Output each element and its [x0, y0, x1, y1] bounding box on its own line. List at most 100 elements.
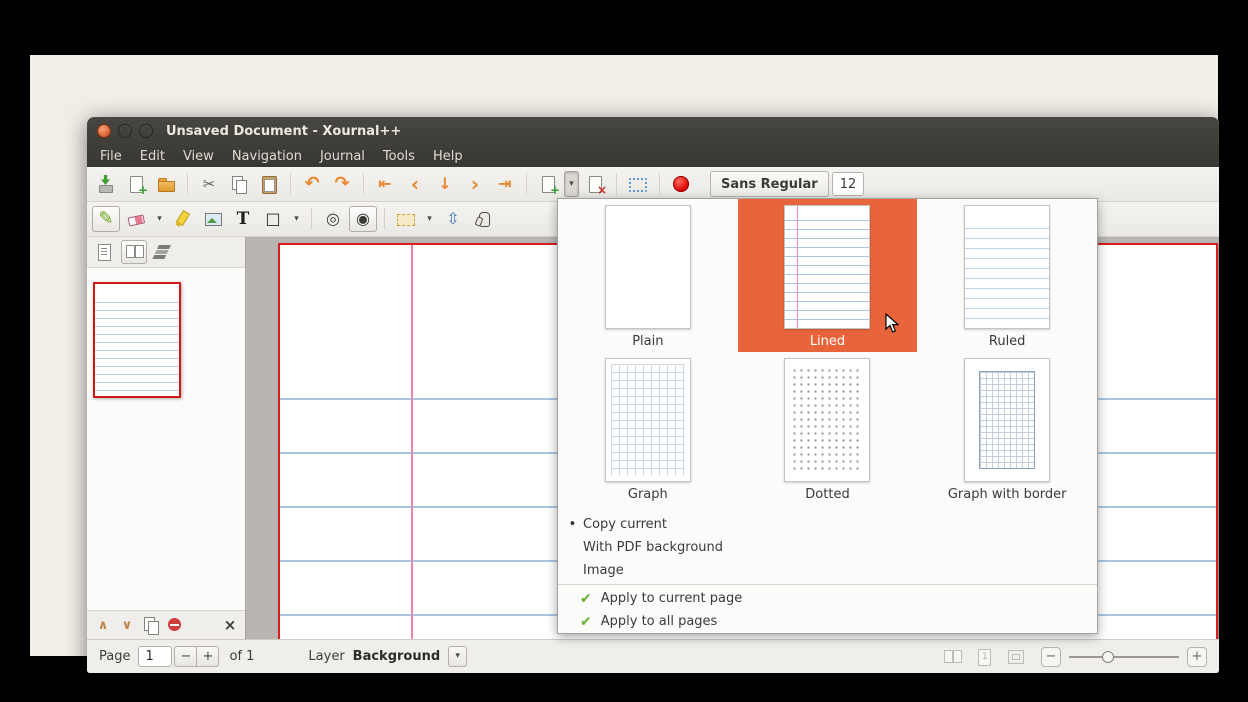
page-number-input[interactable] — [138, 646, 172, 667]
record-audio-button[interactable] — [667, 171, 695, 197]
paired-pages-button[interactable] — [941, 646, 963, 668]
toolbar-main: +✂↶↷⇤‹↓›⇥+▾× Sans Regular 12 — [87, 167, 1219, 202]
template-graph-with-border[interactable]: Graph with border — [917, 352, 1097, 505]
layer-label: Layer — [308, 649, 344, 664]
template-dotted[interactable]: Dotted — [738, 352, 918, 505]
mouse-cursor — [885, 313, 899, 334]
menu-help[interactable]: Help — [424, 147, 472, 166]
apply-apply-to-all-pages[interactable]: ✔Apply to all pages — [558, 610, 1097, 633]
sidebar-tab-contents[interactable] — [91, 240, 117, 264]
eraser-button[interactable] — [122, 206, 150, 232]
copy-icon — [229, 174, 249, 194]
save-button[interactable] — [92, 171, 120, 197]
fullscreen-button[interactable] — [624, 171, 652, 197]
shapes-button[interactable]: □ — [259, 206, 287, 232]
page-down-button[interactable]: ↓ — [431, 171, 459, 197]
statusbar-right: − + — [941, 646, 1207, 668]
last-page-button[interactable]: ⇥ — [491, 171, 519, 197]
template-preview-dotted — [784, 358, 870, 482]
cut-button[interactable]: ✂ — [195, 171, 223, 197]
undo-button[interactable]: ↶ — [298, 171, 326, 197]
select-rectangle-icon — [396, 209, 416, 229]
copy-button[interactable] — [225, 171, 253, 197]
template-ruled[interactable]: Ruled — [917, 199, 1097, 352]
shape-recognizer-button[interactable]: ◎ — [319, 206, 347, 232]
menu-navigation[interactable]: Navigation — [223, 147, 311, 166]
option-copy-current[interactable]: •Copy current — [558, 513, 1097, 536]
font-size-spinner[interactable]: 12 — [832, 172, 865, 196]
screenshot-stage: Unsaved Document - Xournal++ FileEditVie… — [0, 0, 1248, 702]
page-thumbnail[interactable] — [93, 282, 181, 398]
chevron-down-icon: ▾ — [157, 215, 162, 224]
option-with-pdf-background[interactable]: With PDF background — [558, 536, 1097, 559]
font-button[interactable]: Sans Regular — [710, 171, 829, 197]
select-rectangle-button[interactable] — [392, 206, 420, 232]
copy-page-button[interactable] — [140, 614, 162, 636]
layer-dropdown[interactable]: ▾ — [448, 646, 467, 667]
move-page-down-button[interactable]: ∨ — [116, 614, 138, 636]
sidebar-tab-layers[interactable] — [151, 240, 177, 264]
apply-apply-to-current-page[interactable]: ✔Apply to current page — [558, 587, 1097, 610]
toolbar-separator — [290, 173, 291, 195]
insert-image-button[interactable] — [199, 206, 227, 232]
previous-page-button[interactable]: ‹ — [401, 171, 429, 197]
pen-icon: ✎ — [98, 210, 113, 228]
zoom-slider-handle[interactable] — [1102, 651, 1114, 663]
pen-button[interactable]: ✎ — [92, 206, 120, 232]
paste-button[interactable] — [255, 171, 283, 197]
page-decrement-button[interactable]: − — [174, 646, 197, 667]
radio-bullet-icon: • — [568, 517, 577, 532]
next-page-button[interactable]: › — [461, 171, 489, 197]
minimize-button[interactable] — [118, 124, 132, 138]
template-plain[interactable]: Plain — [558, 199, 738, 352]
cut-icon: ✂ — [203, 177, 216, 192]
close-button[interactable] — [97, 124, 111, 138]
eraser-dropdown[interactable]: ▾ — [152, 206, 167, 232]
toolbar-separator — [187, 173, 188, 195]
page-increment-button[interactable]: + — [196, 646, 219, 667]
highlighter-button[interactable] — [169, 206, 197, 232]
template-graph[interactable]: Graph — [558, 352, 738, 505]
fit-page-button[interactable] — [1005, 646, 1027, 668]
zoom-in-button[interactable]: + — [1187, 647, 1207, 667]
draw-circle-button[interactable]: ◉ — [349, 206, 377, 232]
fullscreen-icon — [628, 174, 648, 194]
thumbnail-panel — [87, 268, 245, 610]
zoom-out-button[interactable]: − — [1041, 647, 1061, 667]
hand-tool-button[interactable] — [469, 206, 497, 232]
shape-recognizer-icon: ◎ — [326, 211, 340, 227]
chevron-down-icon: ▾ — [427, 215, 432, 224]
menu-file[interactable]: File — [91, 147, 131, 166]
move-page-up-button[interactable]: ∧ — [92, 614, 114, 636]
text-tool-button[interactable]: T — [229, 206, 257, 232]
sidebar-tab-page-preview[interactable] — [121, 240, 147, 264]
template-label: Ruled — [989, 334, 1026, 349]
menu-view[interactable]: View — [174, 147, 223, 166]
select-rectangle-dropdown[interactable]: ▾ — [422, 206, 437, 232]
toolbar-separator — [363, 173, 364, 195]
vertical-space-button[interactable]: ⇳ — [439, 206, 467, 232]
presentation-mode-button[interactable] — [973, 646, 995, 668]
menu-journal[interactable]: Journal — [311, 147, 374, 166]
delete-page-button[interactable]: × — [581, 171, 609, 197]
text-tool-icon: T — [237, 211, 250, 228]
maximize-button[interactable] — [139, 124, 153, 138]
menu-edit[interactable]: Edit — [131, 147, 174, 166]
check-icon: ✔ — [580, 591, 592, 607]
menu-tools[interactable]: Tools — [374, 147, 424, 166]
stop-page-button[interactable] — [164, 614, 186, 636]
insert-page-button[interactable]: + — [534, 171, 562, 197]
insert-page-dropdown[interactable]: ▾ — [564, 171, 579, 197]
stop-page-icon — [165, 615, 185, 635]
open-button[interactable] — [152, 171, 180, 197]
chevron-down-icon: ▾ — [455, 652, 460, 661]
page-margin-line — [411, 245, 413, 639]
redo-button[interactable]: ↷ — [328, 171, 356, 197]
sidebar-close-button[interactable]: × — [220, 616, 240, 634]
shapes-dropdown[interactable]: ▾ — [289, 206, 304, 232]
zoom-slider[interactable] — [1069, 647, 1179, 667]
option-image[interactable]: Image — [558, 559, 1097, 582]
new-document-button[interactable]: + — [122, 171, 150, 197]
redo-icon: ↷ — [334, 175, 349, 193]
first-page-button[interactable]: ⇤ — [371, 171, 399, 197]
